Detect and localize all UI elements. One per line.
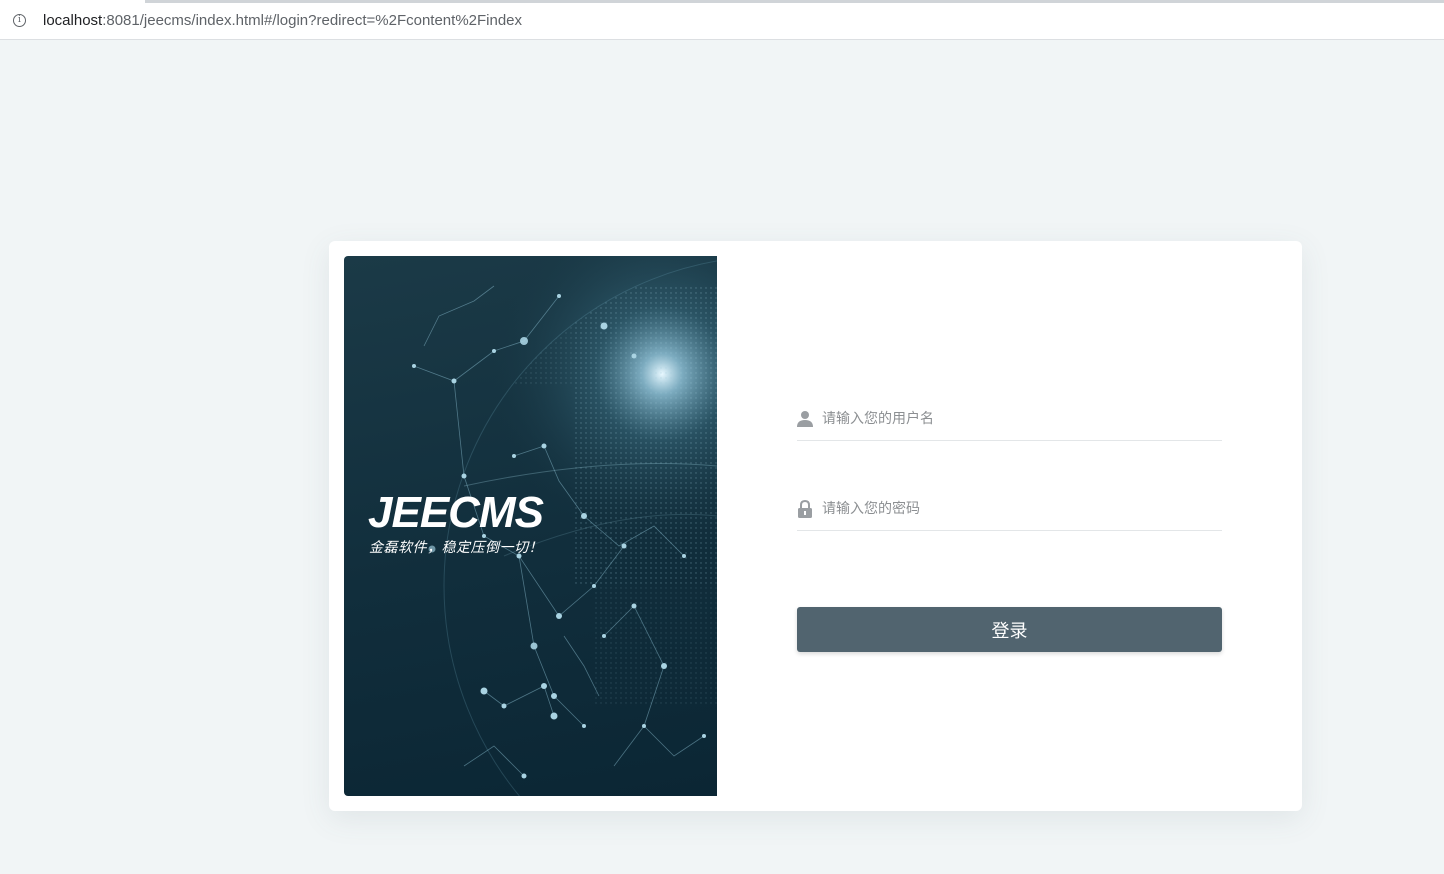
- username-field: [797, 397, 1222, 441]
- login-button[interactable]: 登录: [797, 607, 1222, 652]
- url-host: localhost: [43, 12, 103, 29]
- brand-logo-text: JEECMS: [368, 488, 544, 537]
- info-icon[interactable]: i: [13, 14, 26, 27]
- password-input[interactable]: [822, 497, 1217, 521]
- lock-icon: [798, 500, 812, 518]
- login-banner-image: JEECMS 金磊软件，稳定压倒一切！: [344, 256, 717, 796]
- browser-tab-strip-edge: [145, 0, 1444, 3]
- username-input[interactable]: [822, 407, 1217, 431]
- user-icon: [797, 411, 813, 427]
- url-path: :8081/jeecms/index.html#/login?redirect=…: [102, 12, 523, 29]
- password-field: [797, 487, 1222, 531]
- browser-address-bar: i localhost:8081/jeecms/index.html#/logi…: [0, 0, 1444, 40]
- address-url[interactable]: localhost:8081/jeecms/index.html#/login?…: [43, 12, 522, 29]
- brand-slogan: 金磊软件，稳定压倒一切！: [369, 540, 543, 556]
